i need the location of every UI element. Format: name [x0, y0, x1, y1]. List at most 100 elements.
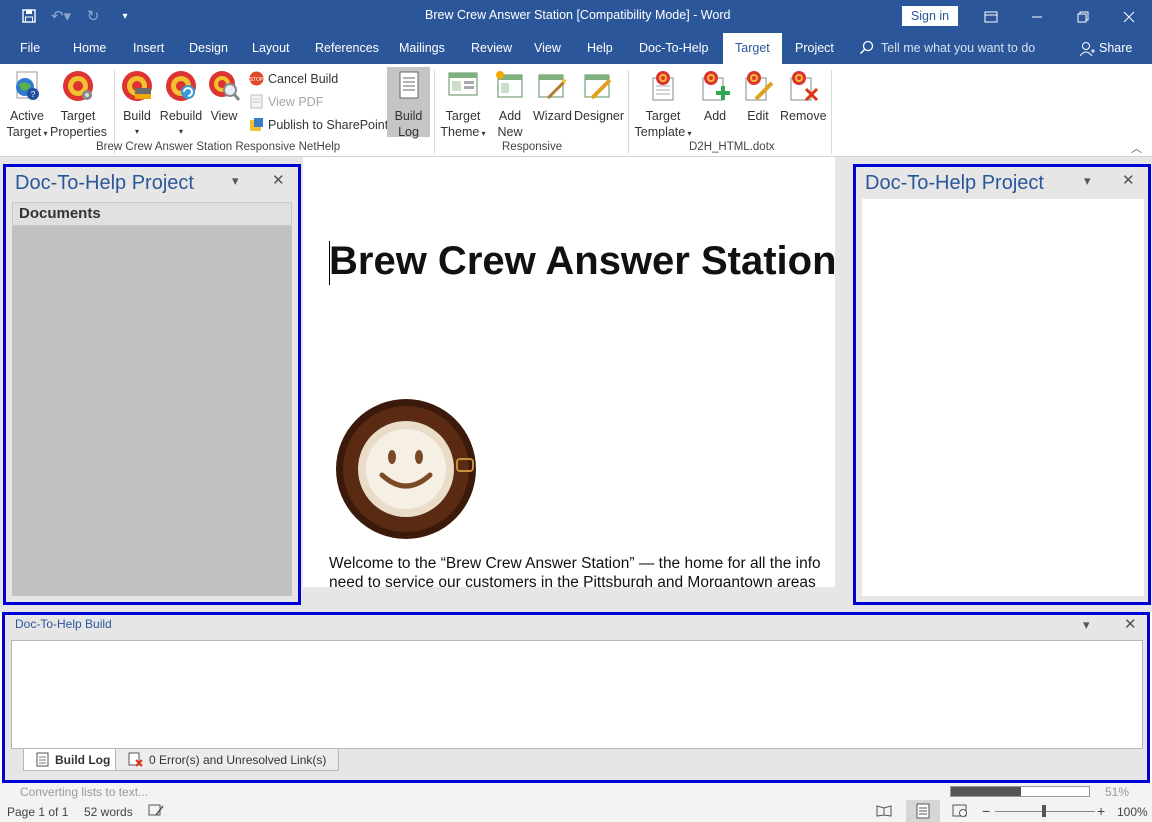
- status-bar: Page 1 of 1 52 words − + 100%: [0, 800, 1152, 822]
- pane-options-chevron-icon[interactable]: ▾: [232, 173, 239, 189]
- minimize-icon[interactable]: [1014, 0, 1060, 33]
- close-pane-icon[interactable]: ✕: [1124, 615, 1137, 633]
- add-new-button[interactable]: Add New: [490, 70, 530, 140]
- remove-target-button[interactable]: Remove: [780, 70, 827, 124]
- web-layout-icon[interactable]: [952, 804, 968, 821]
- tab-design[interactable]: Design: [189, 41, 228, 55]
- view-label: View: [210, 109, 238, 123]
- zoom-level[interactable]: 100%: [1117, 805, 1148, 819]
- view-target-icon: [209, 71, 241, 101]
- undo-icon[interactable]: ↶▾: [50, 7, 72, 25]
- read-mode-icon[interactable]: [876, 804, 892, 820]
- tell-me-search[interactable]: Tell me what you want to do: [881, 41, 1035, 55]
- sign-in-button[interactable]: Sign in: [902, 6, 958, 26]
- tab-target[interactable]: Target: [723, 33, 782, 64]
- documents-header[interactable]: Documents: [12, 202, 292, 226]
- vertical-scrollbar[interactable]: [835, 157, 852, 602]
- tab-errors[interactable]: 0 Error(s) and Unresolved Link(s): [115, 749, 340, 771]
- target-properties-button[interactable]: Target Properties: [50, 70, 107, 140]
- cancel-build-button[interactable]: STOP Cancel Build: [249, 71, 338, 86]
- collapse-ribbon-icon[interactable]: ︿: [1131, 140, 1142, 156]
- tab-build-log-label: Build Log: [55, 752, 111, 767]
- build-log-output[interactable]: [11, 640, 1143, 749]
- build-pane: Doc-To-Help Build ▾ ✕ Build Log 0 Error(…: [2, 612, 1150, 783]
- ribbon-tabs: File Home Insert Design Layout Reference…: [0, 33, 1152, 64]
- left-project-pane: Doc-To-Help Project ▾ ✕ Documents: [3, 164, 301, 605]
- view-pdf-label: View PDF: [268, 94, 324, 109]
- documents-list[interactable]: [12, 226, 292, 596]
- group-label-responsive: Responsive: [502, 141, 563, 153]
- right-pane-title: Doc-To-Help Project: [865, 172, 1044, 194]
- rebuild-label: Rebuild: [159, 109, 203, 123]
- view-button[interactable]: View: [207, 70, 241, 124]
- tab-layout[interactable]: Layout: [252, 41, 290, 55]
- target-template-button[interactable]: Target Template ▾: [634, 70, 692, 142]
- sharepoint-icon: [250, 118, 263, 131]
- tab-insert[interactable]: Insert: [133, 41, 164, 55]
- separator: [628, 70, 629, 154]
- tab-view[interactable]: View: [534, 41, 561, 55]
- wizard-button[interactable]: Wizard: [533, 70, 572, 124]
- zoom-in-button[interactable]: +: [1097, 803, 1105, 819]
- redo-icon[interactable]: ↻: [82, 7, 104, 25]
- close-window-icon[interactable]: [1106, 0, 1152, 33]
- tab-errors-label: 0 Error(s) and Unresolved Link(s): [149, 752, 327, 767]
- build-log-label-1: Build: [394, 109, 423, 123]
- log-icon: [36, 752, 49, 767]
- tab-review[interactable]: Review: [471, 41, 512, 55]
- log-document-icon: [399, 71, 418, 99]
- target-theme-button[interactable]: Target Theme ▾: [440, 70, 486, 142]
- build-log-button[interactable]: Build Log: [387, 70, 430, 140]
- add-target-icon: [702, 71, 730, 101]
- document-paragraph-line-1: Welcome to the “Brew Crew Answer Station…: [329, 555, 821, 572]
- build-dropdown-arrow[interactable]: ▾: [119, 124, 155, 140]
- share-button[interactable]: Share: [1099, 41, 1132, 55]
- progress-text: Converting lists to text...: [20, 785, 149, 799]
- print-layout-icon[interactable]: [906, 800, 940, 822]
- save-icon[interactable]: [18, 7, 40, 25]
- active-target-button[interactable]: ? Active Target ▾: [6, 70, 48, 142]
- tab-mailings[interactable]: Mailings: [399, 41, 445, 55]
- zoom-slider-thumb[interactable]: [1042, 805, 1046, 817]
- designer-button[interactable]: Designer: [574, 70, 625, 124]
- progress-percent: 51%: [1105, 785, 1130, 799]
- wizard-label: Wizard: [533, 109, 572, 123]
- add-target-button[interactable]: Add: [698, 70, 732, 124]
- close-pane-icon[interactable]: ✕: [272, 171, 285, 189]
- close-pane-icon[interactable]: ✕: [1122, 171, 1135, 189]
- view-pdf-button[interactable]: View PDF: [249, 94, 323, 109]
- tab-build-log[interactable]: Build Log: [23, 749, 124, 771]
- build-button[interactable]: Build ▾: [119, 70, 155, 140]
- tab-home[interactable]: Home: [73, 41, 106, 55]
- tab-doc-to-help[interactable]: Doc-To-Help: [639, 41, 708, 55]
- proofing-icon[interactable]: [148, 803, 164, 820]
- target-icon: [63, 71, 93, 101]
- ribbon-display-options-icon[interactable]: [968, 0, 1014, 33]
- share-person-icon: [1079, 41, 1095, 60]
- tab-references[interactable]: References: [315, 41, 379, 55]
- designer-icon: [584, 74, 612, 100]
- right-pane-content[interactable]: [862, 199, 1144, 596]
- tab-help[interactable]: Help: [587, 41, 613, 55]
- document-page[interactable]: Brew Crew Answer Station Welcome to the …: [303, 157, 835, 587]
- progress-row: Converting lists to text... 51%: [0, 783, 1152, 800]
- pane-options-chevron-icon[interactable]: ▾: [1083, 617, 1090, 633]
- zoom-out-button[interactable]: −: [982, 803, 990, 819]
- designer-label: Designer: [574, 109, 625, 123]
- word-count[interactable]: 52 words: [84, 805, 133, 819]
- rebuild-dropdown-arrow[interactable]: ▾: [159, 124, 203, 140]
- pane-options-chevron-icon[interactable]: ▾: [1084, 173, 1091, 189]
- tab-file[interactable]: File: [20, 41, 40, 55]
- page-count[interactable]: Page 1 of 1: [7, 805, 68, 819]
- search-icon: [859, 40, 874, 58]
- publish-sharepoint-button[interactable]: Publish to SharePoint: [249, 117, 388, 132]
- quick-access-toolbar: ↶▾ ↻ ▾: [18, 7, 136, 25]
- tab-project[interactable]: Project: [795, 41, 834, 55]
- rebuild-button[interactable]: Rebuild ▾: [159, 70, 203, 140]
- build-pane-title: Doc-To-Help Build: [15, 617, 112, 631]
- document-paragraph-line-2: need to service our customers in the Pit…: [329, 574, 816, 587]
- edit-target-button[interactable]: Edit: [741, 70, 775, 124]
- restore-icon[interactable]: [1060, 0, 1106, 33]
- text-cursor: [329, 241, 330, 285]
- customize-qat-icon[interactable]: ▾: [114, 7, 136, 25]
